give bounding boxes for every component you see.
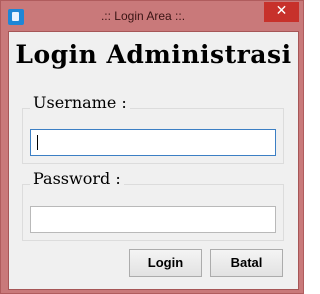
username-group: Username : — [22, 93, 284, 164]
form-heading: Login Administrasi — [15, 40, 292, 69]
password-label: Password : — [30, 169, 124, 188]
username-input[interactable] — [30, 129, 276, 156]
close-icon: ✕ — [275, 3, 288, 19]
close-button[interactable]: ✕ — [264, 2, 299, 22]
login-panel: Login Administrasi Username : Password :… — [8, 31, 299, 290]
window-title: .:: Login Area ::. — [100, 9, 186, 23]
login-button[interactable]: Login — [129, 249, 202, 277]
username-label: Username : — [30, 93, 130, 112]
password-group: Password : — [22, 169, 284, 241]
login-window: .:: Login Area ::. ✕ Login Administrasi … — [0, 0, 304, 294]
cancel-button[interactable]: Batal — [210, 249, 283, 277]
text-caret — [37, 135, 38, 150]
title-bar[interactable]: .:: Login Area ::. ✕ — [1, 1, 303, 32]
password-input[interactable] — [30, 206, 276, 233]
